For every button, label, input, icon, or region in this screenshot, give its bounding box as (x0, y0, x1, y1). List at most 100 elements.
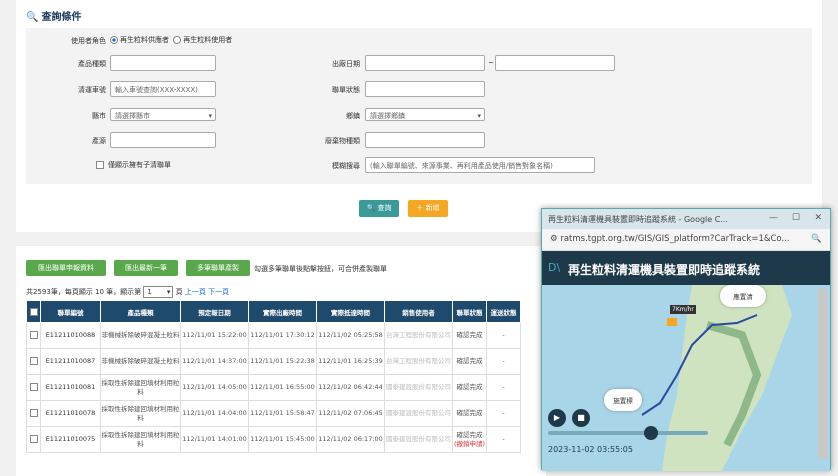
col-header[interactable]: 實際抵達時間 (316, 300, 385, 323)
row-form-id: E11211010088 (40, 322, 101, 349)
col-header[interactable]: 運送狀態 (486, 300, 521, 323)
row-status-text: 確認完成 (456, 331, 483, 339)
popup-url: ratms.tgpt.org.tw/GIS/GIS_platform?CarTr… (560, 234, 790, 244)
waste-input[interactable] (365, 132, 485, 148)
row-plan-date: 112/11/01 15:22:00 (180, 322, 249, 349)
only-sub-checkbox-row: 僅顯示擁有子清聯單 (96, 160, 171, 170)
row-check-cell (26, 348, 41, 375)
ship-date-start[interactable] (365, 55, 485, 71)
row-check-cell (26, 374, 41, 401)
row-status: 確認完成 (452, 374, 487, 401)
col-header[interactable]: 產品種類 (100, 300, 181, 323)
paging-prefix: 共2593筆，每頁顯示 10 筆，顯示第 (26, 288, 142, 296)
start-bubble: 應置清 (720, 285, 766, 307)
role-radio-supplier[interactable] (110, 36, 118, 44)
table-row[interactable]: E11211010075 採取性拆除建回填材利用粒料 112/11/01 14:01… (26, 426, 521, 453)
timeline-track[interactable] (548, 431, 708, 435)
row-checkbox[interactable] (29, 331, 38, 339)
maximize-icon[interactable]: ☐ (792, 213, 800, 223)
source-input[interactable] (110, 132, 216, 148)
form-status-input[interactable] (365, 81, 485, 97)
row-plan-date: 112/11/01 14:04:00 (180, 400, 249, 427)
role-radios: 再生粒料供應者 再生粒料使用者 (110, 35, 232, 45)
product-label: 產品種類 (78, 60, 106, 68)
prev-page-link[interactable]: 上一頁 (185, 288, 206, 296)
row-check-cell (26, 400, 41, 427)
row-check-cell (26, 322, 41, 349)
role-opt-user: 再生粒料使用者 (183, 36, 233, 44)
table-row[interactable]: E11211010081 採取性拆除建回填材利用粒料 112/11/01 14:05… (26, 374, 521, 401)
role-radio-user[interactable] (173, 36, 182, 44)
play-button[interactable]: ▶ (548, 409, 566, 427)
truck-input[interactable]: 輸入車號查詢(XXX-XXXX) (110, 81, 216, 97)
page-select-value: 1 (147, 288, 152, 296)
end-bubble-text: 施置標 (613, 397, 633, 405)
timeline-handle[interactable] (644, 426, 658, 440)
row-status-text: 確認完成 (456, 430, 483, 439)
search-button[interactable]: 🔍 查詢 (359, 200, 399, 217)
role-opt-supplier: 再生粒料供應者 (120, 36, 169, 44)
popup-url-bar[interactable]: ⚙ ratms.tgpt.org.tw/GIS/GIS_platform?Car… (542, 229, 830, 251)
row-out-time: 112/11/01 15:45:00 (248, 426, 317, 453)
row-checkbox[interactable] (29, 357, 38, 365)
select-all-checkbox[interactable] (29, 307, 38, 316)
chevron-down-icon: ▾ (166, 288, 171, 296)
map-view[interactable]: 7Km/hr 應置清 施置標 ▶ ■ 2023-11-02 03:55:05 (542, 285, 830, 471)
row-status-text: 確認完成 (456, 383, 483, 391)
city-select-value: 請選擇縣市 (115, 112, 150, 120)
row-checkbox[interactable] (29, 383, 38, 391)
add-button[interactable]: ＋ 新增 (408, 200, 448, 217)
paging-suffix: 頁 (175, 288, 183, 296)
row-status-text: 確認完成 (456, 357, 483, 365)
site-info-icon[interactable]: ⚙ (550, 234, 558, 244)
table-row[interactable]: E11211010088 非機械拆除破碎混凝土粒料 112/11/01 15:22:… (26, 322, 521, 349)
result-table: 聯單編號 產品種類 預定報日期 實際出廠時間 實際抵達時間 銷售使用者 聯單狀態… (26, 300, 521, 453)
row-checkbox[interactable] (29, 409, 38, 417)
only-sub-checkbox[interactable] (96, 161, 104, 169)
query-title: 🔍 查詢條件 (26, 8, 81, 23)
popup-header: D\ 再生粒料清運機具裝置即時追蹤系統 (542, 251, 830, 285)
col-header[interactable]: 聯單狀態 (452, 300, 487, 323)
row-trans: - (486, 400, 521, 427)
ship-date-end[interactable] (495, 55, 615, 71)
town-select[interactable]: 請選擇鄉鎮 (365, 108, 485, 121)
row-plan-date: 112/11/01 14:01:00 (180, 426, 249, 453)
row-product: 非機械拆除破碎混凝土粒料 (100, 348, 181, 375)
table-row[interactable]: E11211010087 非機械拆除破碎混凝土粒料 112/11/01 14:37:… (26, 348, 521, 375)
map-scrollbar[interactable] (818, 289, 828, 459)
row-status: 確認完成 (452, 400, 487, 427)
row-form-id: E11211010087 (40, 348, 101, 375)
tracking-popup-window: 再生粒料清運機具裝置即時追蹤系統 - Google C... — ☐ ✕ ⚙ r… (541, 208, 831, 471)
row-checkbox[interactable] (29, 435, 38, 443)
row-user: 國泰建設股份有限公司 (384, 426, 453, 453)
row-form-id: E11211010081 (40, 374, 101, 401)
stop-button[interactable]: ■ (572, 409, 590, 427)
row-arrive-time: 112/11/02 06:42:44 (316, 374, 385, 401)
popup-titlebar: 再生粒料清運機具裝置即時追蹤系統 - Google C... — ☐ ✕ (542, 209, 830, 229)
timestamp: 2023-11-02 03:55:05 (548, 445, 633, 454)
col-header[interactable]: 實際出廠時間 (248, 300, 317, 323)
row-status-text: 確認完成 (456, 409, 483, 417)
col-header[interactable]: 預定報日期 (180, 300, 249, 323)
export-latest-button[interactable]: 匯出最新一筆 (114, 260, 178, 276)
form-status-label: 聯單狀態 (332, 86, 360, 94)
close-icon[interactable]: ✕ (814, 213, 822, 223)
row-check-cell (26, 426, 41, 453)
keyword-label: 模糊搜尋 (332, 162, 360, 170)
truck-icon[interactable] (667, 318, 677, 326)
zoom-icon[interactable]: 🔍 (811, 234, 822, 244)
row-form-id: E11211010078 (40, 400, 101, 427)
product-input[interactable] (110, 55, 216, 71)
col-header[interactable]: 銷售使用者 (384, 300, 453, 323)
table-row[interactable]: E11211010078 採取性拆除建回填材利用粒料 112/11/01 14:04… (26, 400, 521, 427)
city-select[interactable]: 請選擇縣市 (110, 108, 216, 121)
page-select[interactable]: 1 ▾ (143, 286, 174, 298)
col-header[interactable]: 聯單編號 (40, 300, 101, 323)
multi-print-button[interactable]: 多筆聯單產製 (186, 260, 250, 276)
row-arrive-time: 112/11/02 06:17:00 (316, 426, 385, 453)
export-button[interactable]: 匯出聯單申報資料 (26, 260, 106, 276)
keyword-input[interactable]: (輸入聯單編號、來源事業、再利用產品使用/銷售對象名稱) (365, 157, 595, 173)
next-page-link[interactable]: 下一頁 (208, 288, 229, 296)
minimize-icon[interactable]: — (769, 213, 778, 223)
row-out-time: 112/11/01 15:22:38 (248, 348, 317, 375)
